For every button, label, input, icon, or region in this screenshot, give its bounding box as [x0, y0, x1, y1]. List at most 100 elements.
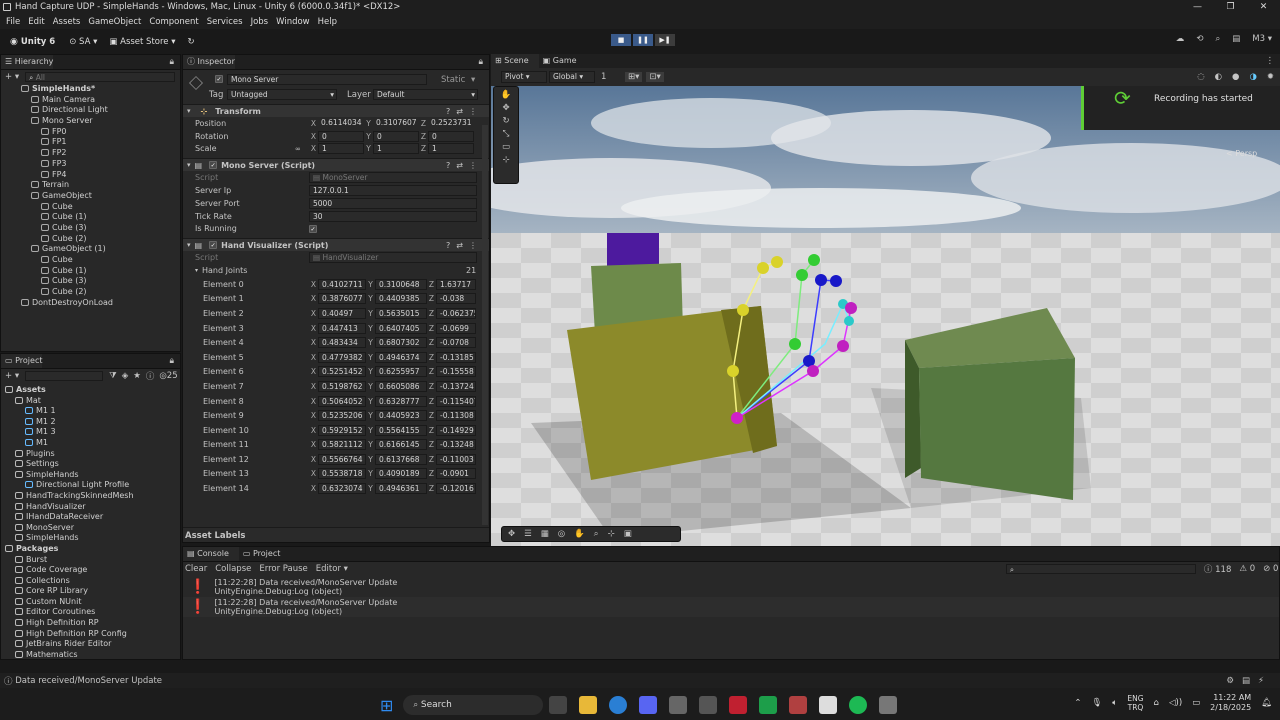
joint-z-field[interactable]: -0.115407 — [436, 395, 476, 407]
hand-visualizer-header[interactable]: ▾ ▤ ✓ Hand Visualizer (Script) ?⇄⋮ — [183, 238, 489, 252]
editor-dropdown[interactable]: Editor ▾ — [316, 564, 348, 574]
console-entry[interactable]: ❗ [11:22:28] Data received/MonoServer Up… — [183, 577, 1279, 597]
joint-y-field[interactable]: 0.5635015 — [375, 307, 427, 319]
project-item[interactable]: Burst — [5, 555, 180, 566]
tab-scene[interactable]: ⊞ Scene — [491, 54, 539, 68]
project-item[interactable]: SimpleHands — [5, 470, 180, 481]
project-item[interactable]: HandTrackingSkinnedMesh — [5, 491, 180, 502]
archive-icon[interactable] — [789, 696, 808, 714]
joint-y-field[interactable]: 0.6407405 — [375, 322, 427, 334]
close-button[interactable]: ✕ — [1247, 0, 1280, 15]
lock-icon[interactable]: 🔒︎ — [478, 57, 483, 67]
rect-tool-icon[interactable]: ▭ — [502, 142, 510, 152]
hierarchy-item[interactable]: Cube (3) — [21, 223, 180, 234]
position-z[interactable]: 0.2523731 — [428, 118, 474, 129]
project-item[interactable]: Plugins — [5, 449, 180, 460]
visibility-icon[interactable]: ◌ — [1197, 72, 1204, 82]
effects-icon[interactable]: ✹ — [1267, 72, 1274, 82]
is-running-checkbox[interactable]: ✓ — [309, 224, 317, 233]
hierarchy-item[interactable]: FP3 — [21, 159, 180, 170]
menu-component[interactable]: Component — [149, 17, 198, 27]
hand-joints-row[interactable]: ▾ Hand Joints 21 — [195, 264, 489, 277]
scene-viewport[interactable]: ✋ ✥ ↻ ⤡ ▭ ⊹ ⟳ Recording has started < Pe… — [491, 68, 1280, 546]
overlay-menu-icon[interactable]: ☰ — [524, 529, 532, 539]
discord-icon[interactable] — [639, 696, 658, 714]
joint-x-field[interactable]: 0.4102711 — [318, 278, 366, 290]
joint-x-field[interactable]: 0.5198762 — [318, 380, 366, 392]
tab-console[interactable]: ▤ Console — [183, 547, 239, 561]
joint-z-field[interactable]: -0.062375 — [436, 307, 476, 319]
joint-y-field[interactable]: 0.3100648 — [375, 278, 427, 290]
component-menu-icons[interactable]: ?⇄⋮ — [446, 241, 483, 250]
search-icon[interactable]: ⌕ — [1215, 34, 1220, 44]
maximize-button[interactable]: ❐ — [1214, 0, 1247, 15]
pycharm-icon[interactable] — [759, 696, 778, 714]
version-control-icon[interactable]: ↻ — [184, 34, 199, 49]
hv-enabled-checkbox[interactable]: ✓ — [209, 241, 218, 250]
app-red-icon[interactable] — [729, 696, 748, 714]
hierarchy-item[interactable]: Cube (1) — [21, 212, 180, 223]
scale-z[interactable]: 1 — [428, 143, 474, 155]
hierarchy-item[interactable]: Cube — [21, 202, 180, 213]
snap-icon[interactable]: ⊡▾ — [646, 72, 664, 82]
project-item[interactable]: Assets — [5, 385, 180, 396]
minimize-button[interactable]: — — [1181, 0, 1214, 15]
lock-icon[interactable]: 🔒︎ — [169, 57, 174, 67]
hierarchy-item[interactable]: Main Camera — [21, 95, 180, 106]
project-item[interactable]: Directional Light Profile — [5, 480, 180, 491]
project-item[interactable]: Code Coverage — [5, 565, 180, 576]
script-field[interactable]: ▤ MonoServer — [309, 172, 477, 184]
overlay-camera-icon[interactable]: ▣ — [624, 529, 632, 539]
overlay-zoom-icon[interactable]: ⌕ — [594, 529, 599, 539]
layer-dropdown[interactable]: Default ▾ — [373, 89, 478, 100]
menu-jobs[interactable]: Jobs — [251, 17, 269, 27]
camera-icon[interactable]: ◑ — [1249, 72, 1256, 82]
global-dropdown[interactable]: Global ▾ — [549, 71, 595, 83]
hierarchy-item[interactable]: FP1 — [21, 137, 180, 148]
network-icon[interactable]: ⌂ — [1154, 698, 1159, 708]
transform-header[interactable]: ▾ ⊹ Transform ?⇄⋮ — [183, 104, 489, 117]
joint-z-field[interactable]: -0.0901 — [436, 468, 476, 480]
joint-x-field[interactable]: 0.5538718 — [318, 468, 366, 480]
filter-icon[interactable]: ⧩ — [109, 371, 117, 381]
joint-x-field[interactable]: 0.5251452 — [318, 366, 366, 378]
scale-tool-icon[interactable]: ⤡ — [503, 129, 510, 139]
object-name-field[interactable]: Mono Server — [227, 74, 427, 85]
unity-hub-icon[interactable] — [669, 696, 688, 714]
project-item[interactable]: Editor Coroutines — [5, 607, 180, 618]
mono-enabled-checkbox[interactable]: ✓ — [209, 161, 218, 170]
hierarchy-item[interactable]: SimpleHands* — [21, 84, 180, 95]
rotation-x[interactable]: 0 — [318, 130, 364, 142]
project-search-input[interactable] — [25, 371, 104, 381]
tab-project[interactable]: ▭ Project — [1, 354, 43, 368]
static-dropdown[interactable]: ▾ — [471, 75, 475, 85]
joint-y-field[interactable]: 0.6605086 — [375, 380, 427, 392]
menu-services[interactable]: Services — [207, 17, 243, 27]
step-button[interactable]: ▶❚ — [655, 34, 675, 46]
grid-snap-icon[interactable]: ⊞▾ — [625, 72, 643, 82]
project-item[interactable]: Core RP Library — [5, 586, 180, 597]
active-checkbox[interactable]: ✓ — [215, 75, 223, 83]
joint-x-field[interactable]: 0.5235206 — [318, 410, 366, 422]
joint-x-field[interactable]: 0.5064052 — [318, 395, 366, 407]
overlay-axis-icon[interactable]: ⊹ — [608, 529, 615, 539]
label-icon[interactable]: ◈ — [122, 371, 129, 381]
task-view-icon[interactable] — [549, 696, 568, 714]
project-item[interactable]: Custom NUnit — [5, 597, 180, 608]
history-icon[interactable]: ⟲ — [1196, 34, 1203, 44]
view-tool-icon[interactable]: ✋ — [501, 90, 512, 100]
user-button[interactable]: ⊙ SA ▾ — [65, 34, 101, 49]
rotation-y[interactable]: 0 — [373, 130, 419, 142]
taskbar-search[interactable]: ⌕ Search — [403, 695, 544, 715]
joint-z-field[interactable]: -0.11003 — [436, 453, 476, 465]
joint-y-field[interactable]: 0.4405923 — [375, 410, 427, 422]
error-pause-button[interactable]: Error Pause — [259, 564, 307, 574]
server-ip-field[interactable]: 127.0.0.1 — [309, 185, 477, 197]
joint-z-field[interactable]: -0.13724 — [436, 380, 476, 392]
menu-edit[interactable]: Edit — [28, 17, 44, 27]
tab-hierarchy[interactable]: ☰ Hierarchy — [1, 55, 54, 69]
joint-y-field[interactable]: 0.4946374 — [375, 351, 427, 363]
project-item[interactable]: Packages — [5, 544, 180, 555]
joint-x-field[interactable]: 0.40497 — [318, 307, 366, 319]
joint-y-field[interactable]: 0.4409385 — [375, 293, 427, 305]
